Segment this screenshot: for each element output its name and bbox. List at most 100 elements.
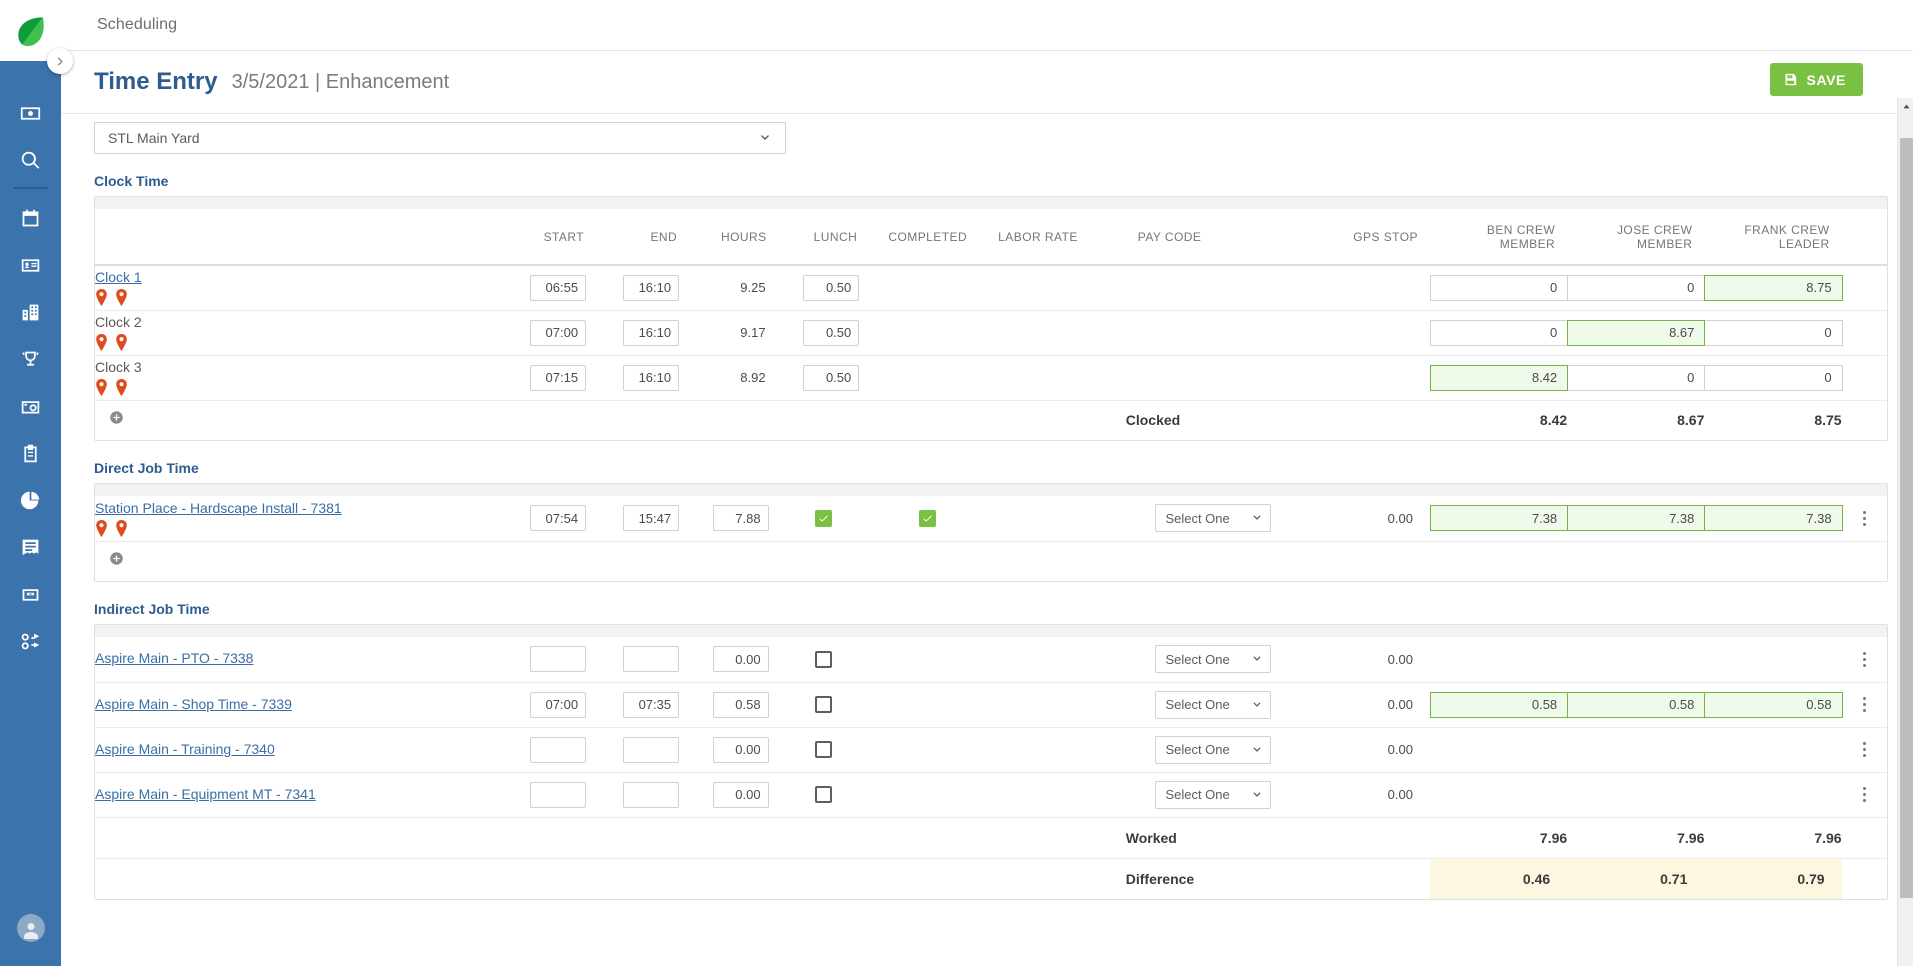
start-input[interactable]: 07:54 — [530, 505, 587, 532]
hours-input[interactable]: 0.00 — [712, 781, 769, 808]
row-menu-button[interactable] — [1842, 696, 1887, 714]
pay-code-select[interactable]: Select One — [1155, 735, 1272, 764]
crew-input[interactable]: 0 — [1567, 364, 1706, 391]
row-link[interactable]: Aspire Main - PTO - 7338 — [95, 650, 253, 666]
map-pin-icon[interactable] — [95, 379, 108, 396]
row-menu-button[interactable] — [1842, 786, 1887, 804]
start-input[interactable]: 07:15 — [530, 364, 587, 391]
crew-input[interactable]: 0 — [1567, 274, 1706, 301]
sidebar-item-payments[interactable] — [0, 571, 61, 618]
pay-code-select[interactable]: Select One — [1155, 780, 1272, 809]
row-link[interactable]: Station Place - Hardscape Install - 7381 — [95, 500, 342, 516]
sidebar-item-equipment[interactable] — [0, 618, 61, 665]
scrollbar-thumb[interactable] — [1900, 138, 1913, 898]
end-input[interactable]: 07:35 — [623, 691, 680, 718]
sidebar-item-time[interactable] — [0, 383, 61, 430]
crew-input[interactable]: 0.58 — [1429, 691, 1569, 718]
crew-input[interactable]: 7.38 — [1429, 505, 1569, 532]
hours-input[interactable]: 0.58 — [712, 691, 769, 718]
map-pin-icon[interactable] — [115, 379, 128, 396]
row-menu-button[interactable] — [1842, 509, 1887, 527]
hours-input[interactable]: 0.00 — [712, 736, 769, 763]
pay-code-select[interactable]: Select One — [1155, 504, 1272, 533]
lunch-input[interactable]: 0.50 — [803, 364, 860, 391]
lunch-checkbox[interactable] — [815, 696, 833, 713]
crew-input[interactable] — [1704, 737, 1842, 763]
crew-input[interactable]: 0 — [1429, 319, 1569, 346]
map-pin-icon[interactable] — [115, 289, 128, 307]
map-pin-icon[interactable] — [95, 289, 108, 307]
hours-input[interactable]: 7.88 — [712, 505, 769, 532]
lunch-checkbox[interactable] — [815, 786, 833, 803]
lunch-checkbox[interactable] — [815, 650, 833, 668]
add-direct-job-row-button[interactable] — [109, 551, 124, 566]
lunch-checkbox[interactable] — [815, 741, 833, 758]
end-input[interactable]: 16:10 — [623, 319, 680, 346]
crew-input[interactable]: 8.67 — [1567, 319, 1706, 346]
crew-input[interactable] — [1567, 782, 1705, 808]
lunch-input[interactable]: 0.50 — [803, 274, 860, 301]
hours-input[interactable]: 0.00 — [712, 646, 769, 673]
map-pin-icon[interactable] — [115, 519, 128, 537]
row-link[interactable]: Clock 1 — [95, 269, 142, 285]
crew-input[interactable]: 0.58 — [1567, 691, 1706, 718]
avatar[interactable] — [16, 914, 45, 942]
start-input[interactable]: 06:55 — [530, 274, 587, 301]
start-input[interactable] — [530, 736, 587, 763]
crew-input[interactable]: 8.42 — [1429, 364, 1569, 391]
crew-input[interactable]: 7.38 — [1567, 505, 1706, 532]
crew-input[interactable]: 0 — [1704, 364, 1843, 391]
crew-input[interactable] — [1704, 646, 1842, 672]
row-menu-button[interactable] — [1842, 650, 1887, 668]
row-link[interactable]: Aspire Main - Training - 7340 — [95, 741, 275, 757]
crew-input[interactable] — [1430, 782, 1568, 808]
sidebar-item-reports[interactable] — [0, 477, 61, 524]
crew-input[interactable]: 0.58 — [1704, 691, 1843, 718]
pay-code-select[interactable]: Select One — [1155, 690, 1272, 719]
end-input[interactable] — [623, 781, 680, 808]
page-content-scroll[interactable]: STL Main Yard Clock Time START END HOURS… — [61, 114, 1913, 966]
crew-input[interactable] — [1430, 737, 1568, 763]
end-input[interactable] — [623, 646, 680, 673]
end-input[interactable] — [623, 736, 680, 763]
sidebar-item-accounting[interactable] — [0, 90, 61, 137]
start-input[interactable]: 07:00 — [530, 691, 587, 718]
end-input[interactable]: 16:10 — [623, 364, 680, 391]
sidebar-item-contacts[interactable] — [0, 242, 61, 289]
crew-input[interactable] — [1430, 646, 1568, 672]
start-input[interactable] — [530, 646, 587, 673]
crew-input[interactable]: 0 — [1429, 274, 1569, 301]
vertical-scrollbar[interactable] — [1897, 98, 1913, 966]
completed-checkbox[interactable] — [919, 509, 937, 527]
user-avatar-container[interactable] — [0, 914, 61, 942]
row-menu-button[interactable] — [1842, 741, 1887, 759]
sidebar-item-work-orders[interactable] — [0, 430, 61, 477]
end-input[interactable]: 16:10 — [623, 274, 680, 301]
map-pin-icon[interactable] — [95, 519, 108, 537]
sidebar-expand-toggle[interactable] — [47, 48, 73, 74]
pay-code-select[interactable]: Select One — [1155, 645, 1272, 674]
sidebar-item-opportunities[interactable] — [0, 336, 61, 383]
add-clock-row-button[interactable] — [109, 410, 124, 425]
lunch-input[interactable]: 0.50 — [803, 319, 860, 346]
row-link[interactable]: Aspire Main - Shop Time - 7339 — [95, 696, 292, 712]
crew-input[interactable]: 8.75 — [1704, 274, 1843, 301]
lunch-checkbox[interactable] — [815, 509, 833, 527]
crew-input[interactable]: 0 — [1704, 319, 1843, 346]
map-pin-icon[interactable] — [95, 334, 108, 351]
start-input[interactable]: 07:00 — [530, 319, 587, 346]
start-input[interactable] — [530, 781, 587, 808]
end-input[interactable]: 15:47 — [623, 505, 680, 532]
save-button[interactable]: SAVE — [1769, 63, 1863, 96]
row-link[interactable]: Aspire Main - Equipment MT - 7341 — [95, 786, 316, 802]
crew-input[interactable]: 7.38 — [1704, 505, 1843, 532]
sidebar-item-search[interactable] — [0, 137, 61, 184]
sidebar-item-invoices[interactable] — [0, 524, 61, 571]
sidebar-item-scheduling[interactable] — [0, 195, 61, 242]
yard-select[interactable]: STL Main Yard — [94, 122, 786, 154]
sidebar-item-properties[interactable] — [0, 289, 61, 336]
crew-input[interactable] — [1567, 646, 1705, 672]
crew-input[interactable] — [1704, 782, 1842, 808]
crew-input[interactable] — [1567, 737, 1705, 763]
map-pin-icon[interactable] — [115, 334, 128, 351]
